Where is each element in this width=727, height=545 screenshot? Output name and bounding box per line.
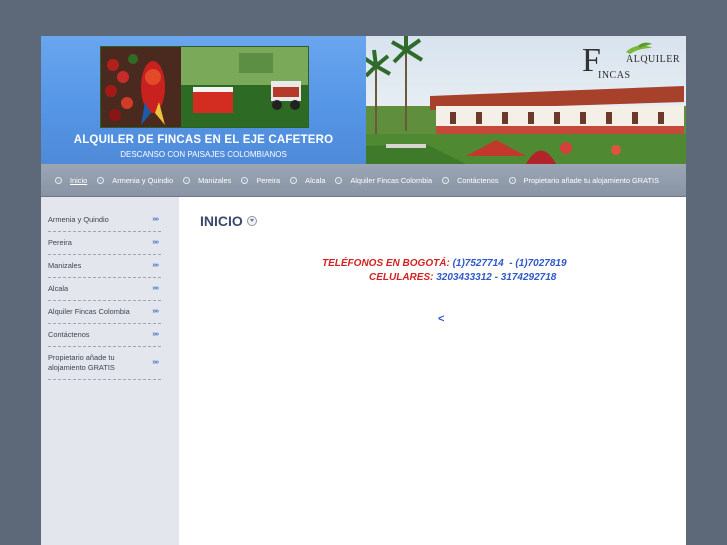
nav-item-manizales[interactable]: Manizales: [183, 176, 231, 185]
double-chevron-right-icon: »»: [152, 285, 159, 292]
sidebar-item-label: Pereira: [48, 238, 72, 247]
nav-item-label: Inicio: [70, 175, 88, 185]
chevron-down-icon[interactable]: [246, 216, 257, 226]
sidebar-menu: Armenia y Quindio »» Pereira »» Manizale…: [48, 209, 161, 380]
double-chevron-right-icon: »»: [152, 262, 159, 269]
nav-item-inicio[interactable]: Inicio: [55, 176, 87, 185]
sidebar-item-label: Manizales: [48, 261, 82, 270]
phones-label: TELÉFONOS EN BOGOTÁ:: [322, 258, 453, 269]
nav-item-alcala[interactable]: Alcala: [290, 176, 325, 185]
nav-item-label: Contáctenos: [457, 175, 499, 185]
nav-bullet-icon: [508, 176, 516, 184]
nav-item-label: Armenia y Quindio: [112, 175, 174, 185]
sidebar-item-pereira[interactable]: Pereira »»: [48, 232, 161, 255]
mobile-value: 3203433312 - 3174292718: [436, 272, 557, 283]
site-subtitle: DESCANSO CON PAISAJES COLOMBIANOS: [120, 150, 287, 159]
nav-item-pereira[interactable]: Pereira: [241, 176, 280, 185]
page-container: ALQUILER DE FINCAS EN EL EJE CAFETERO DE…: [41, 36, 686, 545]
nav-bullet-icon: [335, 176, 343, 184]
double-chevron-right-icon: »»: [152, 216, 159, 223]
double-chevron-right-icon: »»: [152, 239, 159, 246]
double-chevron-right-icon: »»: [152, 308, 159, 315]
nav-item-label: Manizales: [198, 175, 232, 185]
contact-phones: TELÉFONOS EN BOGOTÁ: (1)7527714 - (1)702…: [322, 257, 567, 285]
main-content: INICIO TELÉFONOS EN BOGOTÁ: (1)7527714 -…: [179, 197, 686, 545]
nav-item-alquiler-fincas-colombia[interactable]: Alquiler Fincas Colombia: [335, 176, 432, 185]
phones-line-mobile: CELULARES: 3203433312 - 3174292718: [322, 271, 567, 285]
less-than-glyph: <: [438, 313, 445, 325]
nav-item-label: Pereira: [256, 175, 281, 185]
sidebar-item-label: Alquiler Fincas Colombia: [48, 307, 130, 316]
nav-item-contactenos[interactable]: Contáctenos: [442, 176, 499, 185]
page-title-text: INICIO: [200, 213, 243, 229]
sidebar-item-armenia-quindio[interactable]: Armenia y Quindio »»: [48, 209, 161, 232]
phones-value: (1)7527714 - (1)7027819: [452, 258, 567, 269]
nav-item-label: Propietario añade tu alojamiento GRATIS: [523, 175, 659, 185]
sidebar: Armenia y Quindio »» Pereira »» Manizale…: [41, 197, 179, 545]
site-header: ALQUILER DE FINCAS EN EL EJE CAFETERO DE…: [41, 36, 686, 164]
nav-bullet-icon: [183, 176, 191, 184]
main-navigation: Inicio Armenia y Quindio Manizales Perei…: [41, 164, 686, 197]
nav-item-label: Alquiler Fincas Colombia: [350, 175, 433, 185]
sidebar-item-label: Armenia y Quindio: [48, 215, 109, 224]
double-chevron-right-icon: »»: [152, 331, 159, 338]
sidebar-item-contactenos[interactable]: Contáctenos »»: [48, 324, 161, 347]
logo-word-fincas: INCAS: [598, 70, 631, 81]
sidebar-item-propietario[interactable]: Propietario añade tu alojamiento GRATIS …: [48, 347, 161, 380]
collage-image: [101, 47, 308, 127]
nav-bullet-icon: [442, 176, 450, 184]
header-photo-hacienda: F ALQUILER INCAS: [366, 36, 686, 164]
logo-word-alquiler: ALQUILER: [626, 54, 680, 65]
page-title: INICIO: [200, 213, 257, 229]
header-photo-collage: [100, 46, 309, 128]
nav-item-label: Alcala: [305, 175, 326, 185]
nav-bullet-icon: [290, 176, 298, 184]
nav-item-armenia-quindio[interactable]: Armenia y Quindio: [97, 176, 173, 185]
double-chevron-right-icon: »»: [152, 359, 159, 366]
nav-bullet-icon: [97, 176, 105, 184]
sidebar-item-label: Contáctenos: [48, 330, 90, 339]
nav-bullet-icon: [55, 176, 62, 184]
site-title: ALQUILER DE FINCAS EN EL EJE CAFETERO: [73, 134, 334, 146]
sidebar-item-alcala[interactable]: Alcala »»: [48, 278, 161, 301]
phones-line-bogota: TELÉFONOS EN BOGOTÁ: (1)7527714 - (1)702…: [322, 257, 567, 271]
sidebar-item-label: Alcala: [48, 284, 69, 293]
sidebar-item-manizales[interactable]: Manizales »»: [48, 255, 161, 278]
sidebar-item-alquiler-fincas-colombia[interactable]: Alquiler Fincas Colombia »»: [48, 301, 161, 324]
header-banner: ALQUILER DE FINCAS EN EL EJE CAFETERO DE…: [41, 36, 366, 164]
sidebar-item-label: Propietario añade tu alojamiento GRATIS: [48, 353, 115, 372]
site-logo: F ALQUILER INCAS: [582, 42, 682, 86]
nav-bullet-icon: [241, 176, 249, 184]
mobile-label: CELULARES:: [369, 272, 437, 283]
nav-item-propietario[interactable]: Propietario añade tu alojamiento GRATIS: [508, 175, 659, 185]
